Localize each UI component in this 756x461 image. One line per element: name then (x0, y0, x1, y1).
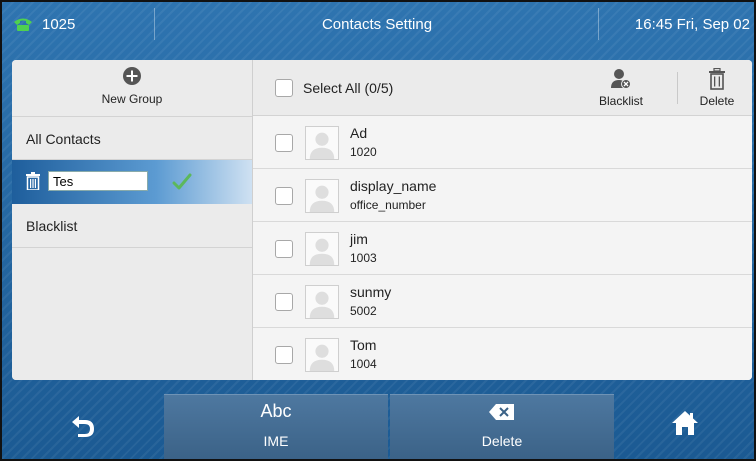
divider (598, 8, 599, 40)
group-name-input[interactable] (48, 171, 148, 191)
back-arrow-icon (72, 416, 94, 437)
blacklist-label: Blacklist (598, 94, 643, 108)
contact-row[interactable]: jim 1003 (253, 222, 752, 275)
add-circle-icon (123, 67, 141, 85)
phone-screen: 1025 Contacts Setting 16:45 Fri, Sep 02 … (0, 0, 756, 461)
group-item-label: All Contacts (26, 131, 101, 147)
title-bar: 1025 Contacts Setting 16:45 Fri, Sep 02 (2, 2, 754, 46)
avatar-icon (305, 126, 339, 160)
select-all-label[interactable]: Select All (0/5) (303, 60, 393, 116)
avatar-icon (305, 285, 339, 319)
contact-list: Select All (0/5) Blacklist Delete Ad 102… (253, 60, 752, 380)
contact-checkbox[interactable] (275, 134, 293, 152)
contact-number: office_number (350, 198, 426, 212)
group-item-all-contacts[interactable]: All Contacts (12, 116, 252, 160)
phone-icon (14, 18, 32, 31)
backspace-icon (489, 404, 514, 420)
blacklist-user-icon (611, 69, 631, 89)
avatar-icon (305, 179, 339, 213)
contact-name: Tom (350, 337, 377, 353)
contact-row[interactable]: sunmy 5002 (253, 275, 752, 328)
home-icon (672, 411, 698, 435)
avatar-icon (305, 232, 339, 266)
contact-row[interactable]: Tom 1004 (253, 328, 752, 380)
group-item-blacklist[interactable]: Blacklist (12, 204, 252, 248)
ime-softkey[interactable]: Abc IME (164, 394, 388, 459)
group-item-editing[interactable] (12, 160, 252, 204)
divider (677, 72, 678, 104)
contact-name: jim (350, 231, 368, 247)
home-softkey[interactable] (616, 394, 754, 459)
trash-icon (709, 68, 725, 90)
group-item-label: Blacklist (26, 218, 78, 234)
ime-mode: Abc (260, 401, 292, 421)
contact-checkbox[interactable] (275, 293, 293, 311)
contact-number: 1003 (350, 251, 377, 265)
contact-name: display_name (350, 178, 437, 194)
page-title: Contacts Setting (321, 15, 433, 33)
back-softkey[interactable] (2, 394, 162, 459)
new-group-label: New Group (101, 92, 163, 106)
contact-checkbox[interactable] (275, 187, 293, 205)
contact-list-header: Select All (0/5) Blacklist Delete (253, 60, 752, 116)
delete-softkey[interactable]: Delete (390, 394, 614, 459)
contact-number: 1004 (350, 357, 377, 371)
line-status: 1025 (12, 2, 152, 46)
line-number: 1025 (42, 15, 76, 33)
divider (154, 8, 155, 40)
contact-checkbox[interactable] (275, 240, 293, 258)
trash-icon[interactable] (26, 172, 40, 190)
contact-name: Ad (350, 125, 368, 141)
select-all-checkbox[interactable] (275, 79, 293, 97)
check-icon[interactable] (172, 173, 192, 191)
avatar-icon (305, 338, 339, 372)
contact-name: sunmy (350, 284, 392, 300)
delete-softkey-label: Delete (481, 433, 523, 449)
group-list: New Group All Contacts Tes Blacklist (12, 60, 253, 380)
ime-label: IME (263, 433, 289, 449)
contact-row[interactable]: display_name office_number (253, 169, 752, 222)
blacklist-button[interactable]: Blacklist (591, 66, 651, 112)
new-group-button[interactable]: New Group (12, 60, 252, 116)
contact-number: 1020 (350, 145, 377, 159)
delete-button[interactable]: Delete (687, 66, 747, 112)
contact-checkbox[interactable] (275, 346, 293, 364)
contact-row[interactable]: Ad 1020 (253, 116, 752, 169)
content-panel: New Group All Contacts Tes Blacklist Sel… (12, 60, 752, 380)
softkey-bar: Abc IME Delete (2, 382, 754, 459)
delete-label: Delete (699, 94, 735, 108)
contact-number: 5002 (350, 304, 377, 318)
datetime: 16:45 Fri, Sep 02 (634, 15, 750, 33)
